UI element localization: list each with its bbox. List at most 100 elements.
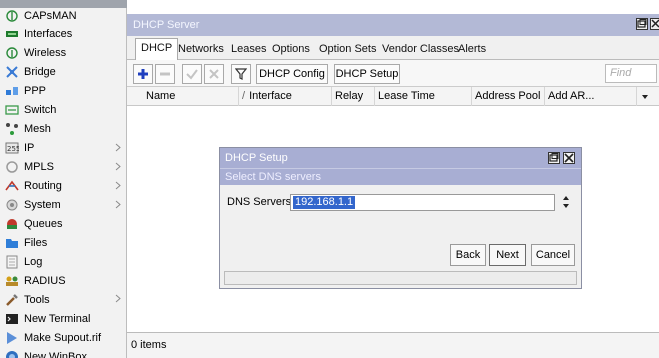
sidebar-item-interfaces[interactable]: Interfaces [0,25,127,44]
sidebar-item-files[interactable]: Files [0,233,127,252]
close-icon [564,153,574,163]
sidebar-item-system[interactable]: System [0,196,127,215]
column-label: Lease Time [378,90,435,102]
sidebar-item-capsman[interactable]: CAPsMAN [0,6,127,25]
column-header-interface[interactable]: / Interface [238,87,331,106]
tab-option-sets[interactable]: Option Sets [314,40,381,60]
tab-dhcp[interactable]: DHCP [135,38,179,61]
sidebar-item-mpls[interactable]: MPLS [0,158,127,177]
submenu-arrow-icon [115,294,121,303]
dialog-titlebar[interactable]: DHCP Setup [220,148,581,168]
sidebar-item-make-supout-rif[interactable]: Make Supout.rif [0,328,127,347]
restore-icon [637,19,647,28]
find-input[interactable]: Find [605,64,657,83]
disable-button[interactable] [204,64,224,84]
tab-label: Options [272,43,310,55]
sidebar-item-tools[interactable]: Tools [0,290,127,309]
dhcp-setup-button[interactable]: DHCP Setup [334,64,400,84]
dialog-subtitle: Select DNS servers [220,168,581,185]
dns-servers-spinner[interactable] [562,195,570,209]
wireless-icon [5,46,19,60]
sidebar-item-wireless[interactable]: Wireless [0,44,127,63]
button-label: DHCP Setup [335,68,399,80]
tab-networks[interactable]: Networks [173,40,229,60]
submenu-arrow-icon [115,143,121,152]
tab-options[interactable]: Options [267,40,315,60]
column-chooser-button[interactable] [636,87,659,106]
sidebar-item-label: Routing [24,180,62,193]
mpls-icon [5,160,19,174]
column-header-relay[interactable]: Relay [331,87,374,106]
column-header-address-pool[interactable]: Address Pool [471,87,544,106]
sidebar-item-ppp[interactable]: PPP [0,82,127,101]
tab-label: Option Sets [319,43,377,55]
sidebar-item-routing[interactable]: Routing [0,177,127,196]
sidebar-item-label: IP [24,142,35,155]
restore-icon [549,153,559,162]
sidebar-item-queues[interactable]: Queues [0,214,127,233]
dhcp-config-button[interactable]: DHCP Config [256,64,328,84]
dns-servers-input[interactable]: 192.168.1.1 [290,194,555,211]
terminal-icon [5,312,19,326]
check-icon [186,69,198,80]
sort-indicator: / [242,90,246,102]
filter-button[interactable] [231,64,251,84]
toolbar: DHCP Config DHCP Setup Find [127,60,659,87]
column-header-add-arp[interactable]: Add AR... [544,87,636,106]
column-label: Interface [249,90,292,102]
remove-button[interactable] [155,64,175,84]
sidebar-item-radius[interactable]: RADIUS [0,271,127,290]
sidebar-item-label: System [24,199,61,211]
supout-icon [5,331,19,345]
submenu-arrow-icon [115,200,121,209]
next-button[interactable]: Next [489,244,526,266]
sidebar-item-mesh[interactable]: Mesh [0,120,127,139]
filter-icon [235,68,247,80]
item-count: 0 items [131,339,167,351]
back-button[interactable]: Back [450,244,486,266]
enable-button[interactable] [182,64,202,84]
window-close-button[interactable] [650,18,659,30]
column-label: Add AR... [548,90,595,102]
sidebar-item-log[interactable]: Log [0,252,127,271]
winbox-icon [5,350,19,358]
sidebar-item-new-winbox[interactable]: New WinBox [0,347,127,358]
tab-label: Leases [231,43,267,55]
dialog-status-bar [224,271,577,285]
files-icon [5,236,19,250]
status-bar: 0 items [127,332,659,358]
sidebar-item-label: Make Supout.rif [24,331,102,344]
sidebar-item-label: Tools [24,293,50,306]
switch-icon [5,103,19,117]
log-icon [5,255,19,269]
bridge-icon [5,65,19,79]
capsman-icon [5,9,19,23]
tab-vendor-classes[interactable]: Vendor Classes [377,40,464,60]
dialog-close-button[interactable] [563,152,575,164]
column-header-lease-time[interactable]: Lease Time [374,87,471,106]
sidebar-item-bridge[interactable]: Bridge [0,63,127,82]
dns-servers-value: 192.168.1.1 [293,196,356,209]
button-label: DHCP Config [259,68,325,80]
dialog-maximize-button[interactable] [548,152,560,164]
dialog-subtitle-text: Select DNS servers [225,171,321,183]
system-icon [5,198,19,212]
window-maximize-button[interactable] [636,18,648,30]
sidebar-item-new-terminal[interactable]: New Terminal [0,309,127,328]
cancel-button[interactable]: Cancel [531,244,575,266]
column-header-name[interactable]: Name [143,87,238,106]
add-button[interactable] [133,64,153,84]
up-down-arrow-icon [563,196,569,208]
sidebar-item-label: Wireless [24,47,67,60]
sidebar-item-label: Files [24,236,48,249]
sidebar-item-ip[interactable]: 255 IP [0,139,127,158]
sidebar-item-switch[interactable]: Switch [0,101,127,120]
mesh-icon [5,122,19,136]
plus-icon [138,69,148,79]
submenu-arrow-icon [115,162,121,171]
window-titlebar[interactable]: DHCP Server [127,14,659,36]
tab-leases[interactable]: Leases [226,40,271,60]
tab-alerts[interactable]: Alerts [453,40,491,60]
button-label: Back [455,249,481,261]
sidebar-item-label: Bridge [24,66,56,79]
